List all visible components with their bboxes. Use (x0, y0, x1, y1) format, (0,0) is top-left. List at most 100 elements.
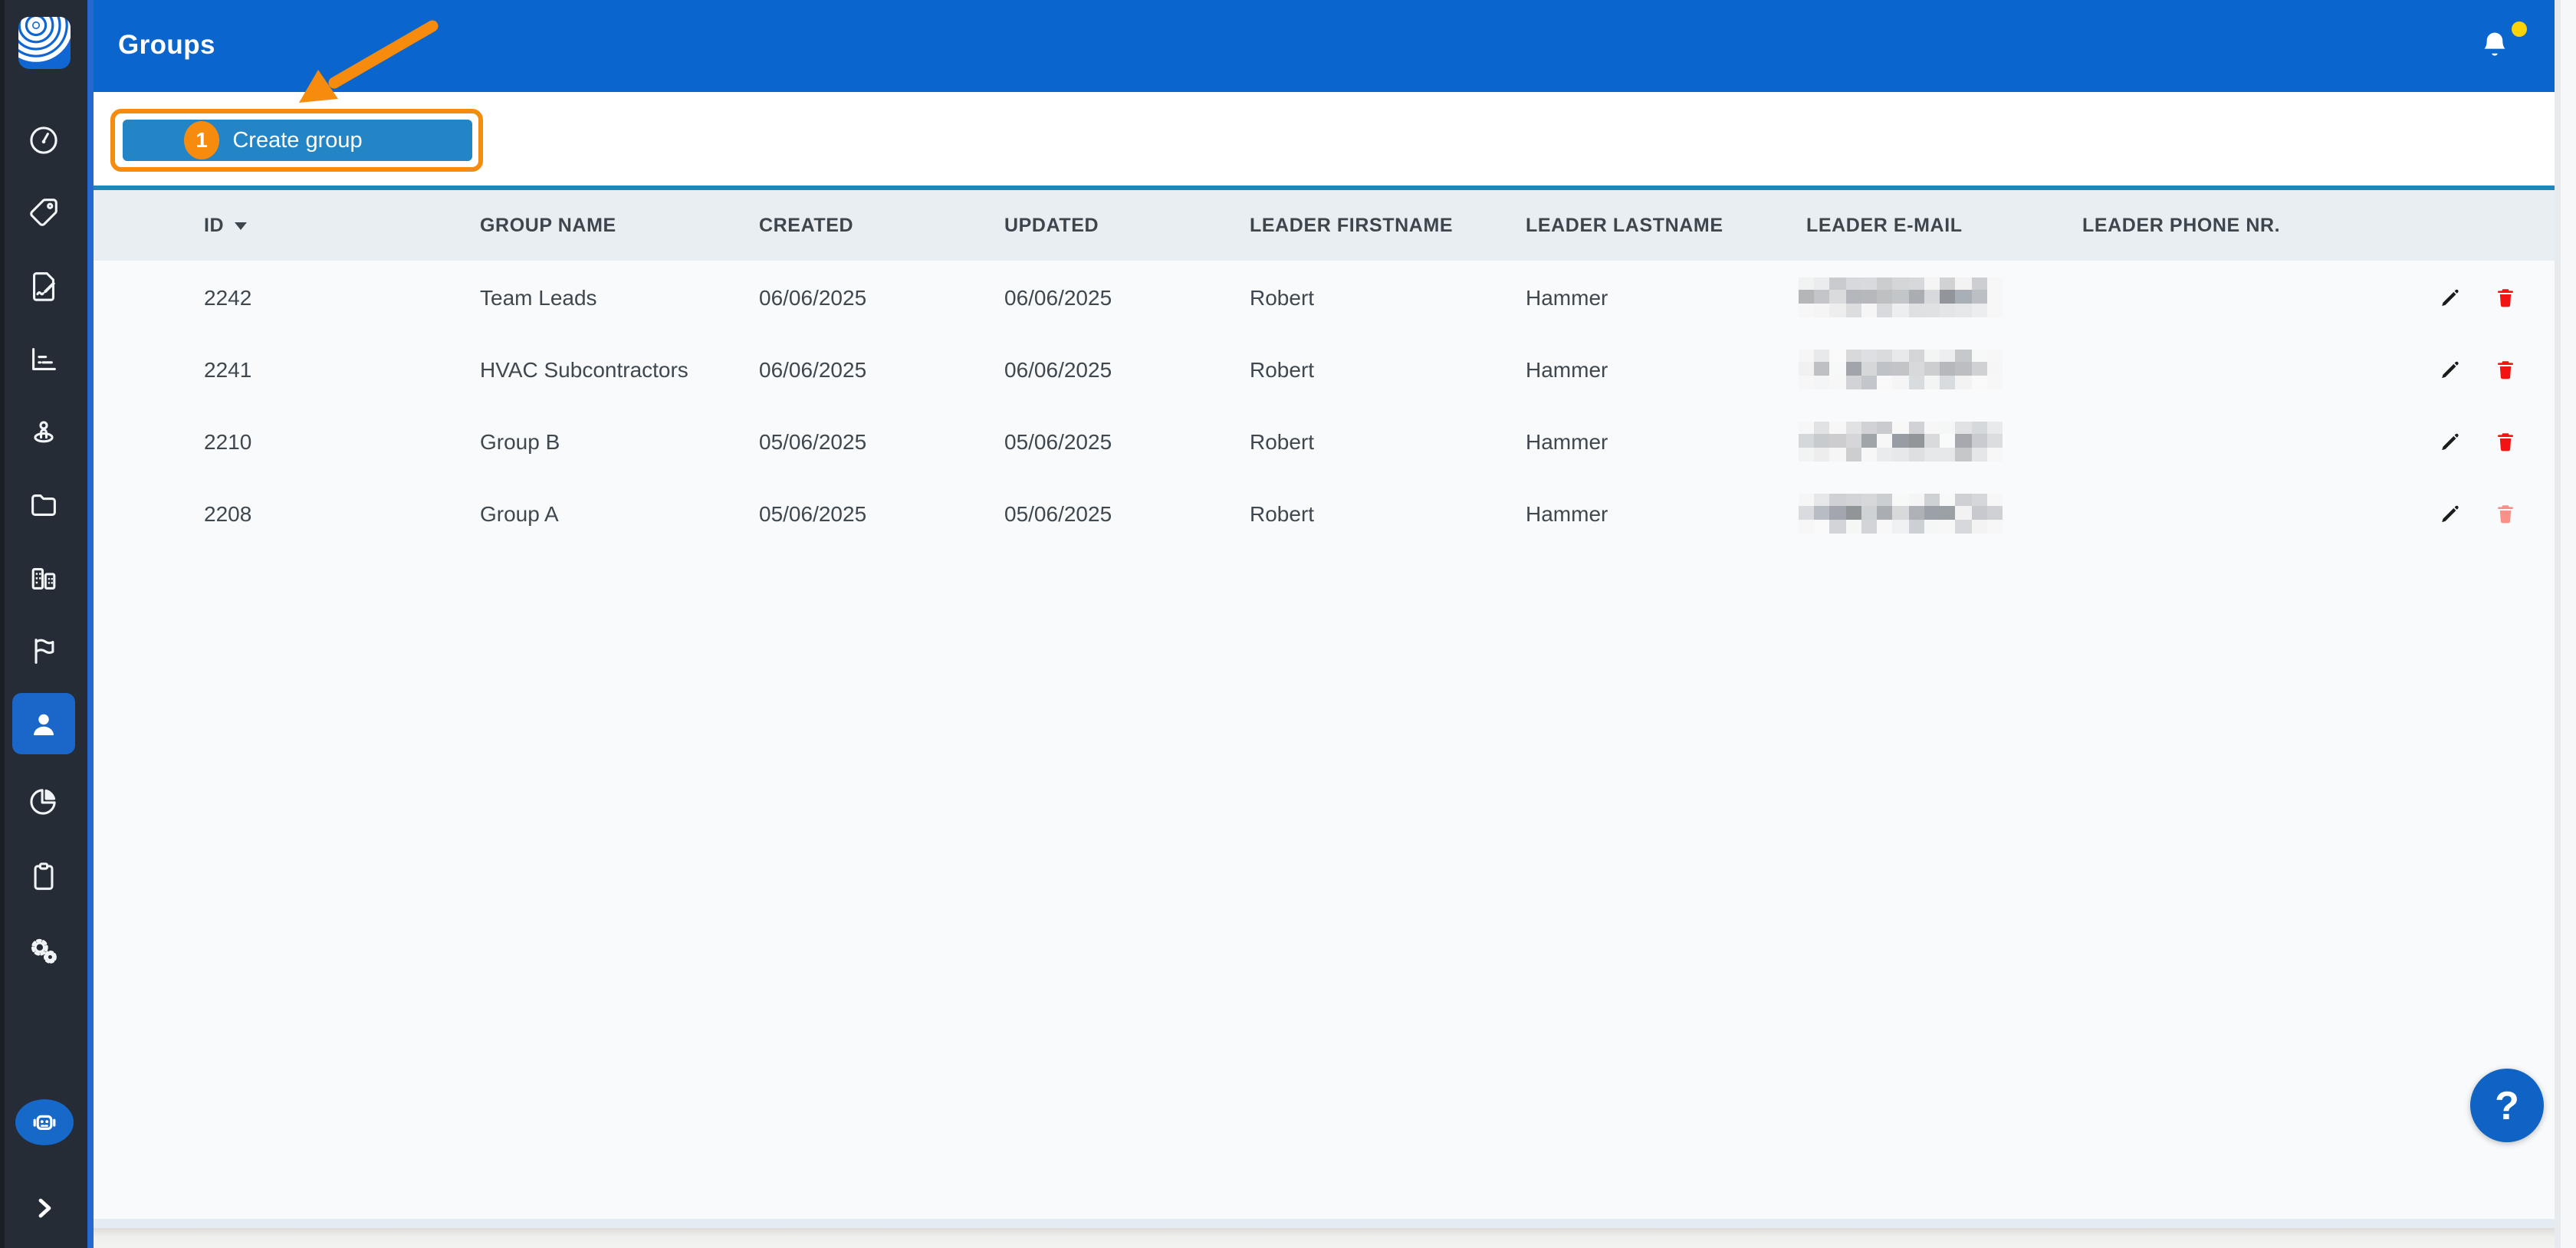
cell-updated: 06/06/2025 (1004, 356, 1112, 381)
edit-row-button[interactable] (2438, 284, 2463, 309)
trash-icon (2498, 288, 2513, 307)
folder-icon (31, 494, 56, 515)
cell-group-name: Group A (480, 501, 559, 525)
concentric-arcs-logo-icon (18, 17, 71, 69)
sidebar-item-person-location[interactable] (12, 400, 75, 461)
app-logo[interactable] (18, 17, 71, 69)
annotation-step-badge: 1 (184, 120, 219, 159)
column-header-updated[interactable]: UPDATED (1004, 215, 1250, 236)
bar-chart-icon (32, 347, 56, 369)
gauge-icon (30, 126, 58, 153)
edit-row-button[interactable] (2438, 429, 2463, 453)
cell-updated: 06/06/2025 (1004, 284, 1112, 309)
pie-chart-icon (30, 788, 56, 814)
delete-row-button[interactable] (2493, 429, 2518, 453)
sidebar-item-gears[interactable] (12, 920, 75, 981)
tag-icon (30, 198, 58, 225)
sidebar-item-gauge[interactable] (12, 109, 75, 170)
table-row: 2242 Team Leads 06/06/2025 06/06/2025 Ro… (94, 261, 2555, 333)
table-row: 2208 Group A 05/06/2025 05/06/2025 Rober… (94, 477, 2555, 549)
person-icon (33, 713, 54, 735)
help-button[interactable]: ? (2470, 1069, 2544, 1142)
redacted-email (1799, 421, 2003, 461)
person-location-icon (34, 420, 54, 442)
content-bottom-strip (94, 1219, 2555, 1228)
cell-leader-lastname: Hammer (1526, 284, 1608, 309)
column-header-leader-email[interactable]: LEADER E-MAIL (1806, 215, 2082, 236)
cell-leader-firstname: Robert (1250, 284, 1315, 309)
document-sign-icon (33, 271, 56, 301)
sidebar-item-folder[interactable] (12, 474, 75, 535)
edit-row-button[interactable] (2438, 501, 2463, 525)
column-header-leader-firstname[interactable]: LEADER FIRSTNAME (1250, 215, 1526, 236)
assistant-button[interactable] (15, 1099, 74, 1145)
sort-desc-icon (235, 222, 248, 229)
table-row: 2210 Group B 05/06/2025 05/06/2025 Rober… (94, 405, 2555, 477)
pencil-icon (2442, 360, 2459, 378)
redacted-email (1799, 349, 2003, 389)
sidebar-item-bar-chart[interactable] (12, 328, 75, 389)
cell-group-name: HVAC Subcontractors (480, 356, 688, 381)
sidebar-expand-button[interactable] (31, 1194, 58, 1222)
chevron-right-icon (38, 1198, 51, 1218)
cell-leader-lastname: Hammer (1526, 356, 1608, 381)
bell-icon (2484, 32, 2505, 56)
cell-id: 2208 (204, 501, 252, 525)
cell-id: 2241 (204, 356, 252, 381)
sidebar-item-flag[interactable] (12, 619, 75, 681)
cell-created: 06/06/2025 (759, 356, 867, 381)
cell-created: 05/06/2025 (759, 429, 867, 453)
sidebar (0, 0, 94, 1248)
column-header-group-name[interactable]: GROUP NAME (480, 215, 759, 236)
delete-row-button[interactable] (2493, 356, 2518, 381)
clipboard-icon (34, 862, 54, 889)
pencil-icon (2442, 504, 2459, 522)
notification-badge (2512, 21, 2527, 37)
sidebar-item-clipboard[interactable] (12, 845, 75, 906)
flag-icon (34, 638, 54, 663)
sidebar-item-person[interactable] (12, 693, 75, 754)
redacted-email (1799, 493, 2003, 533)
trash-icon (2498, 504, 2513, 523)
cell-group-name: Group B (480, 429, 560, 453)
cell-leader-lastname: Hammer (1526, 501, 1608, 525)
app-window: Groups 4 groups found Create group 1 ID … (0, 0, 2576, 1248)
column-header-leader-phone[interactable]: LEADER PHONE NR. (2082, 215, 2555, 236)
table-row: 2241 HVAC Subcontractors 06/06/2025 06/0… (94, 333, 2555, 405)
gears-icon (31, 938, 57, 963)
cell-created: 06/06/2025 (759, 284, 867, 309)
pencil-icon (2442, 432, 2459, 450)
buildings-icon (31, 567, 56, 589)
page-title: Groups (118, 29, 215, 60)
trash-icon (2498, 360, 2513, 379)
sidebar-item-document-sign[interactable] (12, 255, 75, 316)
cell-leader-firstname: Robert (1250, 501, 1315, 525)
column-header-id[interactable]: ID (204, 215, 480, 236)
robot-icon (33, 1115, 56, 1130)
notifications-button[interactable] (2478, 28, 2512, 64)
page-edge-strip (2553, 0, 2576, 1248)
cell-created: 05/06/2025 (759, 501, 867, 525)
pencil-icon (2442, 288, 2459, 306)
column-header-created[interactable]: CREATED (759, 215, 1004, 236)
edit-row-button[interactable] (2438, 356, 2463, 381)
table-header-row: ID GROUP NAME CREATED UPDATED LEADER FIR… (94, 190, 2555, 261)
sidebar-item-pie-chart[interactable] (12, 770, 75, 831)
delete-row-button[interactable] (2493, 501, 2518, 525)
cell-id: 2210 (204, 429, 252, 453)
cell-leader-firstname: Robert (1250, 356, 1315, 381)
trash-icon (2498, 432, 2513, 451)
cell-leader-lastname: Hammer (1526, 429, 1608, 453)
redacted-email (1799, 277, 2003, 317)
delete-row-button[interactable] (2493, 284, 2518, 309)
cell-id: 2242 (204, 284, 252, 309)
groups-table: ID GROUP NAME CREATED UPDATED LEADER FIR… (94, 190, 2555, 1219)
sidebar-item-tag[interactable] (12, 181, 75, 242)
cell-updated: 05/06/2025 (1004, 429, 1112, 453)
page-bottom-strip (94, 1228, 2555, 1248)
cell-group-name: Team Leads (480, 284, 597, 309)
column-header-leader-lastname[interactable]: LEADER LASTNAME (1526, 215, 1806, 236)
top-bar: Groups (94, 0, 2555, 92)
create-group-button[interactable]: Create group (123, 120, 472, 161)
sidebar-item-buildings[interactable] (12, 547, 75, 609)
